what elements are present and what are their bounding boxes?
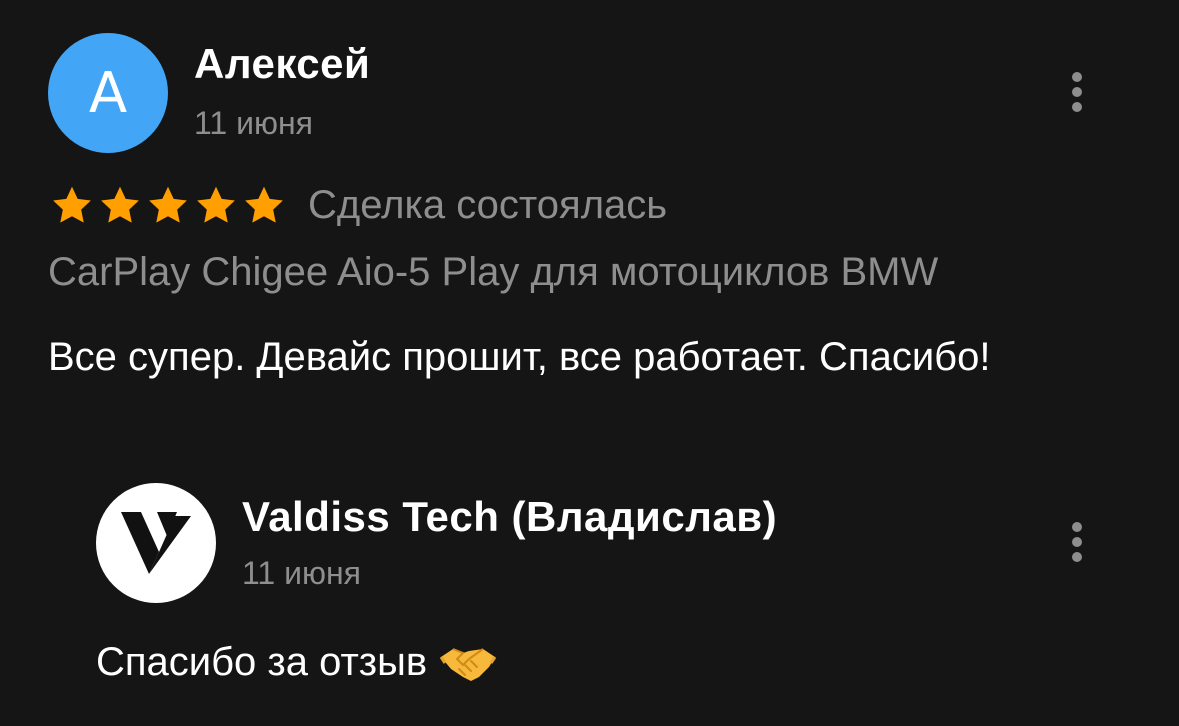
more-vertical-icon xyxy=(1072,552,1082,562)
valdiss-logo-icon xyxy=(121,512,191,574)
reply-more-button[interactable] xyxy=(1062,522,1092,562)
more-vertical-icon xyxy=(1072,87,1082,97)
seller-name[interactable]: Valdiss Tech (Владислав) xyxy=(242,493,777,541)
star-rating xyxy=(50,184,286,228)
star-icon xyxy=(149,186,187,223)
reviews-page: А Алексей 11 июня Сделка состоялась CarP… xyxy=(0,0,1179,726)
more-vertical-icon xyxy=(1072,72,1082,82)
review-text: Все супер. Девайс прошит, все работает. … xyxy=(48,335,991,379)
star-icon xyxy=(197,186,235,223)
reply-text: Спасибо за отзыв xyxy=(96,640,428,684)
avatar-letter: А xyxy=(88,60,128,126)
avatar[interactable]: А xyxy=(48,33,168,153)
reply-date: 11 июня xyxy=(242,555,361,591)
star-icon xyxy=(53,186,91,223)
review-date: 11 июня xyxy=(194,105,313,141)
reply-text-row: Спасибо за отзыв xyxy=(96,640,497,685)
handshake-icon xyxy=(439,647,497,681)
deal-status: Сделка состоялась xyxy=(308,183,668,227)
more-vertical-icon xyxy=(1072,102,1082,112)
review-author-name[interactable]: Алексей xyxy=(194,40,370,88)
product-name[interactable]: CarPlay Chigee Aio-5 Play для мотоциклов… xyxy=(48,250,938,295)
star-icon xyxy=(245,186,283,223)
rating-row: Сделка состоялась xyxy=(50,183,667,228)
review-more-button[interactable] xyxy=(1062,72,1092,112)
more-vertical-icon xyxy=(1072,537,1082,547)
seller-avatar[interactable] xyxy=(96,483,216,603)
star-icon xyxy=(101,186,139,223)
more-vertical-icon xyxy=(1072,522,1082,532)
